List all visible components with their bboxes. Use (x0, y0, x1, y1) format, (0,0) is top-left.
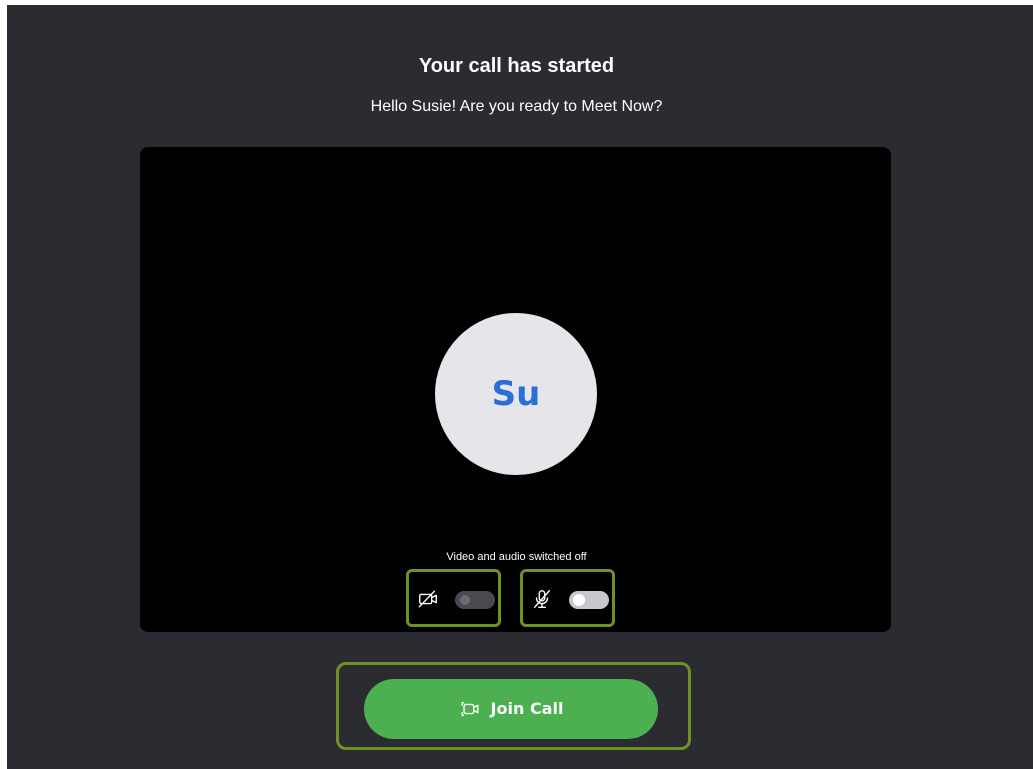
avatar: Su (435, 313, 597, 475)
audio-toggle-knob (573, 594, 585, 606)
mic-off-icon (531, 588, 553, 610)
page-title: Your call has started (418, 55, 615, 77)
audio-toggle-switch[interactable] (569, 591, 609, 609)
media-status-text: Video and audio switched off (446, 551, 587, 563)
video-off-icon (417, 588, 439, 610)
join-call-label: Join Call (490, 699, 564, 718)
page-subtitle: Hello Susie! Are you ready to Meet Now? (370, 98, 663, 115)
video-camera-icon (461, 701, 479, 717)
join-call-button[interactable]: Join Call (364, 679, 658, 739)
video-toggle-knob (460, 595, 470, 605)
audio-toggle-group[interactable] (520, 569, 615, 627)
avatar-initials: Su (491, 374, 541, 414)
video-toggle-switch[interactable] (455, 591, 495, 609)
video-toggle-group[interactable] (406, 569, 501, 627)
